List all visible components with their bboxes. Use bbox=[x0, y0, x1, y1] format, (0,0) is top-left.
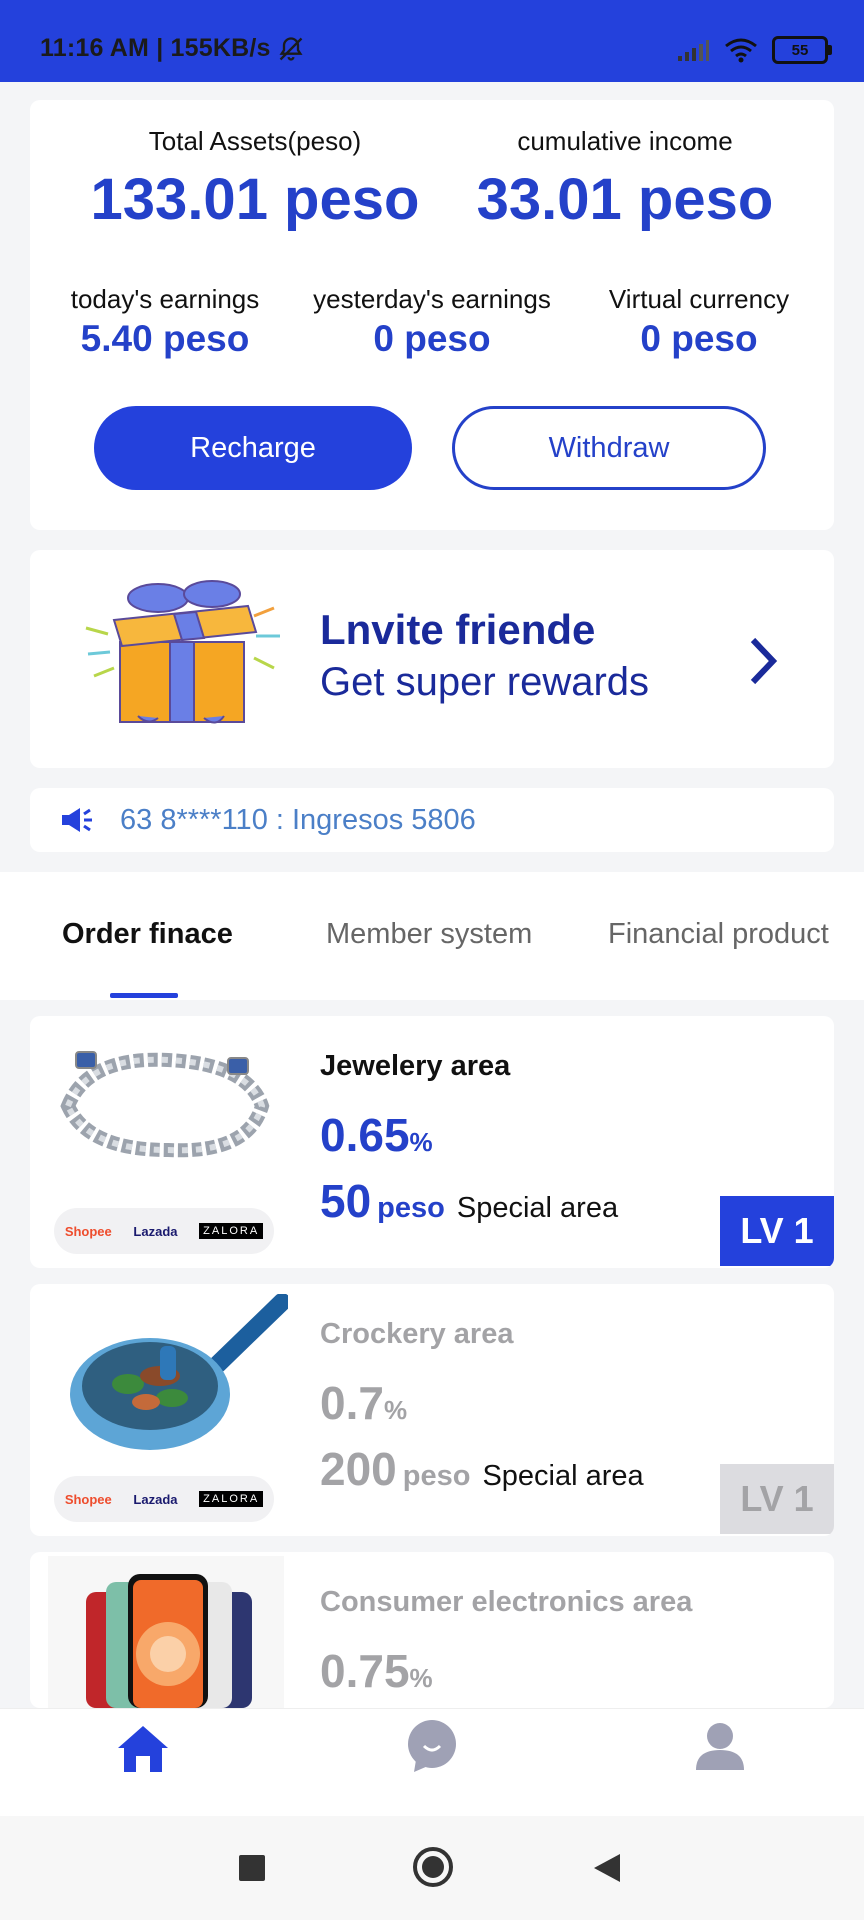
mute-bell-icon bbox=[279, 36, 303, 61]
level-badge: LV 1 bbox=[720, 1196, 834, 1266]
zalora-logo: ZALORA bbox=[199, 1491, 264, 1507]
product-rate: 0.7% bbox=[320, 1376, 407, 1430]
product-amount-value: 50 bbox=[320, 1175, 372, 1227]
virtual-currency-label: Virtual currency bbox=[608, 284, 790, 314]
tab-active-indicator bbox=[110, 993, 178, 998]
invite-title: Lnvite friende bbox=[320, 606, 596, 653]
product-rate-value: 0.65 bbox=[320, 1109, 410, 1161]
recharge-button[interactable]: Recharge bbox=[94, 406, 412, 490]
shop-logos: Shopee Lazada ZALORA bbox=[54, 1208, 274, 1254]
frying-pan-image bbox=[70, 1294, 288, 1450]
chevron-right-icon[interactable] bbox=[748, 636, 778, 686]
invite-subtitle: Get super rewards bbox=[320, 660, 650, 704]
product-rate-unit: % bbox=[409, 1127, 433, 1157]
product-rate-unit: % bbox=[383, 1395, 408, 1425]
product-rate-value: 0.75 bbox=[320, 1645, 410, 1697]
product-amount-value: 200 bbox=[320, 1443, 397, 1495]
lazada-logo: Lazada bbox=[133, 1223, 178, 1239]
signal-icon bbox=[678, 40, 709, 61]
yesterday-earnings-label: yesterday's earnings bbox=[313, 284, 551, 314]
notice-text: 63 8****110 : Ingresos 5806 bbox=[120, 804, 476, 836]
product-area-label: Special area bbox=[456, 1192, 619, 1224]
chat-icon[interactable] bbox=[406, 1720, 458, 1774]
product-rate: 0.75% bbox=[320, 1644, 433, 1698]
gift-box-icon bbox=[85, 580, 280, 724]
product-rate: 0.65% bbox=[320, 1108, 433, 1162]
today-earnings-label: today's earnings bbox=[70, 284, 260, 314]
product-name: Crockery area bbox=[320, 1318, 514, 1350]
phones-image bbox=[86, 1574, 252, 1708]
product-name: Consumer electronics area bbox=[320, 1586, 693, 1618]
product-rate-unit: % bbox=[409, 1663, 433, 1693]
zalora-logo: ZALORA bbox=[199, 1223, 264, 1239]
tab-member-system[interactable]: Member system bbox=[326, 918, 532, 951]
level-badge: LV 1 bbox=[720, 1464, 834, 1534]
product-card-jewelry[interactable]: Shopee Lazada ZALORA Jewelery area 0.65%… bbox=[30, 1016, 834, 1268]
product-card-crockery[interactable]: Shopee Lazada ZALORA Crockery area 0.7% … bbox=[30, 1284, 834, 1536]
back-icon[interactable] bbox=[592, 1852, 622, 1884]
speaker-icon bbox=[62, 808, 92, 832]
shop-logos: Shopee Lazada ZALORA bbox=[54, 1476, 274, 1522]
tab-order-finance[interactable]: Order finace bbox=[62, 918, 233, 951]
lazada-logo: Lazada bbox=[133, 1491, 178, 1507]
product-amount: 200 peso Special area bbox=[320, 1442, 644, 1496]
product-amount-unit: peso bbox=[377, 1192, 445, 1224]
product-rate-value: 0.7 bbox=[320, 1377, 384, 1429]
withdraw-button[interactable]: Withdraw bbox=[452, 406, 766, 490]
tab-financial-product[interactable]: Financial product bbox=[608, 918, 829, 951]
cumulative-income-label: cumulative income bbox=[517, 126, 733, 156]
cumulative-income-value: 33.01 peso bbox=[476, 167, 774, 232]
product-amount-unit: peso bbox=[402, 1460, 471, 1492]
bracelet-image bbox=[60, 1051, 270, 1158]
recent-apps-icon[interactable] bbox=[238, 1854, 266, 1882]
product-area-label: Special area bbox=[482, 1460, 644, 1492]
yesterday-earnings-value: 0 peso bbox=[373, 318, 491, 359]
status-time: 11:16 AM | 155KB/s bbox=[40, 34, 305, 63]
wifi-icon bbox=[725, 38, 757, 63]
battery-level: 55 bbox=[791, 41, 809, 59]
home-button-icon[interactable] bbox=[412, 1846, 454, 1888]
shopee-logo: Shopee bbox=[64, 1491, 112, 1507]
user-icon[interactable] bbox=[694, 1722, 746, 1772]
virtual-currency-value: 0 peso bbox=[640, 318, 758, 359]
today-earnings-value: 5.40 peso bbox=[80, 318, 250, 359]
home-icon[interactable] bbox=[116, 1724, 170, 1774]
product-card-electronics[interactable]: Consumer electronics area 0.75% bbox=[30, 1552, 834, 1708]
shopee-logo: Shopee bbox=[64, 1223, 112, 1239]
product-amount: 50 peso Special area bbox=[320, 1174, 618, 1228]
battery-icon: 55 bbox=[772, 36, 832, 64]
status-icons: 55 bbox=[676, 36, 832, 64]
product-name: Jewelery area bbox=[320, 1050, 511, 1082]
total-assets-label: Total Assets(peso) bbox=[148, 126, 362, 156]
total-assets-value: 133.01 peso bbox=[90, 167, 420, 232]
status-time-speed: 11:16 AM | 155KB/s bbox=[40, 34, 271, 62]
